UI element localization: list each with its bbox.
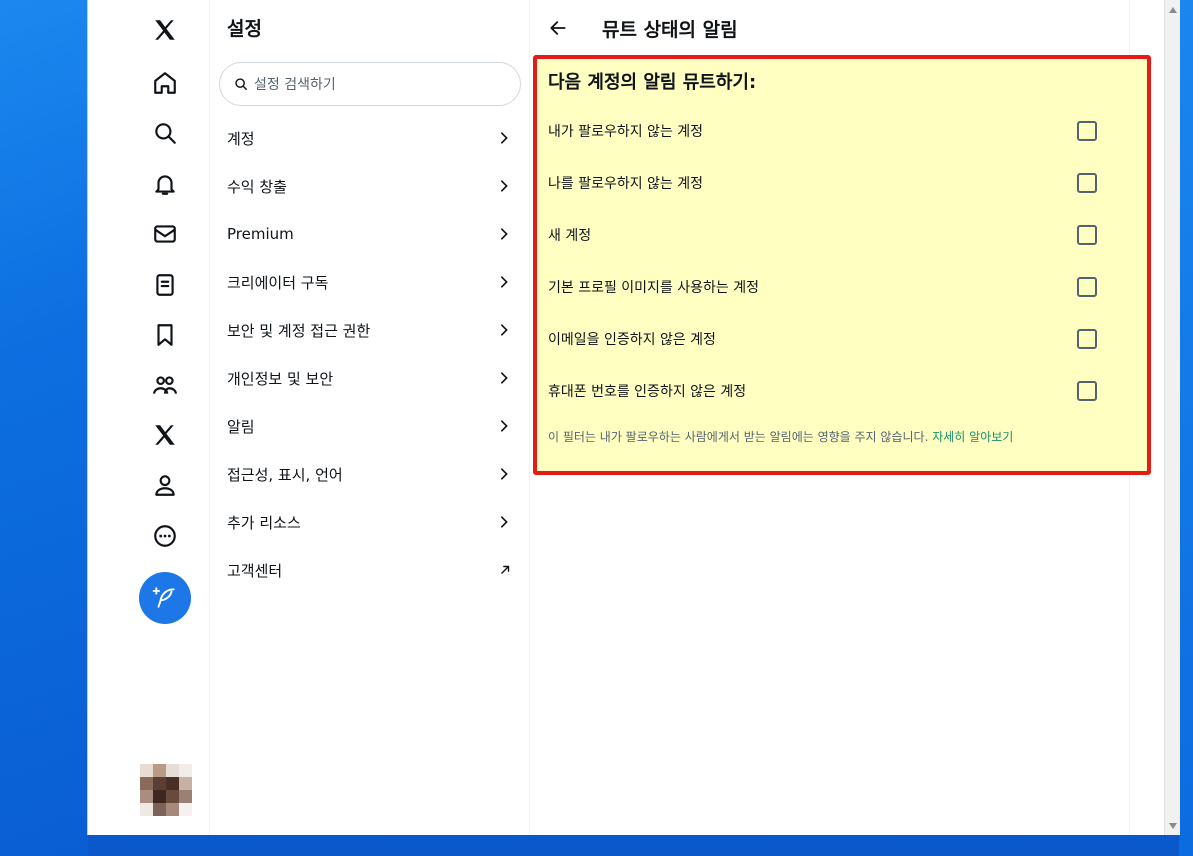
arrow-left-icon — [550, 21, 566, 35]
chevron-right-icon — [500, 324, 508, 336]
learn-more-link[interactable]: 자세히 알아보기 — [932, 430, 1013, 444]
vertical-scrollbar[interactable] — [1164, 0, 1180, 835]
checkbox[interactable] — [1077, 381, 1097, 401]
chevron-right-icon — [500, 420, 508, 432]
option-not-following[interactable]: 내가 팔로우하지 않는 계정 — [537, 105, 1097, 157]
muted-notifications-section: 다음 계정의 알림 뮤트하기: 내가 팔로우하지 않는 계정 나를 팔로우하지 … — [533, 55, 1151, 475]
settings-item-label: 수익 창출 — [227, 177, 287, 196]
chevron-right-icon — [500, 468, 508, 480]
profile-icon[interactable] — [140, 463, 190, 507]
option-not-followers[interactable]: 나를 팔로우하지 않는 계정 — [537, 157, 1097, 209]
settings-title: 설정 — [227, 18, 262, 40]
checkbox[interactable] — [1077, 329, 1097, 349]
external-arrow-icon — [501, 565, 510, 574]
mail-icon[interactable] — [140, 212, 190, 256]
settings-item-label: 크리에이터 구독 — [227, 273, 329, 292]
x-premium-icon[interactable] — [140, 413, 190, 457]
settings-item-label: 고객센터 — [227, 561, 283, 580]
settings-item-label: Premium — [227, 225, 294, 243]
chevron-right-icon — [500, 276, 508, 288]
settings-item-notifications[interactable]: 알림 — [210, 402, 530, 450]
communities-icon[interactable] — [140, 363, 190, 407]
settings-item-privacy[interactable]: 개인정보 및 보안 — [210, 354, 530, 402]
search-icon — [235, 78, 247, 90]
settings-item-resources[interactable]: 추가 리소스 — [210, 498, 530, 546]
checkbox[interactable] — [1077, 225, 1097, 245]
option-label: 나를 팔로우하지 않는 계정 — [548, 176, 704, 192]
chevron-right-icon — [500, 516, 508, 528]
settings-item-account[interactable]: 계정 — [210, 114, 530, 162]
main-panel: 뮤트 상태의 알림 다음 계정의 알림 뮤트하기: 내가 팔로우하지 않는 계정… — [530, 0, 1151, 835]
desktop-background-right — [1179, 0, 1193, 856]
option-label: 내가 팔로우하지 않는 계정 — [548, 124, 704, 140]
settings-item-label: 보안 및 계정 접근 권한 — [227, 321, 371, 340]
scroll-down-arrow-icon[interactable] — [1169, 823, 1177, 829]
avatar[interactable] — [140, 764, 192, 816]
primary-nav — [88, 0, 210, 835]
option-unverified-phone[interactable]: 휴대폰 번호를 인증하지 않은 계정 — [537, 365, 1097, 417]
chevron-right-icon — [500, 372, 508, 384]
chevron-right-icon — [500, 132, 508, 144]
compose-feather-icon — [152, 587, 175, 608]
option-default-profile-image[interactable]: 기본 프로필 이미지를 사용하는 계정 — [537, 261, 1097, 313]
section-title: 다음 계정의 알림 뮤트하기: — [548, 72, 757, 93]
settings-item-label: 알림 — [227, 417, 255, 436]
browser-window: 설정 설정 검색하기 계정 수익 창출 Premium 크리에이터 구독 보안 … — [87, 0, 1180, 835]
page-header: 뮤트 상태의 알림 — [530, 0, 1130, 56]
x-logo-icon[interactable] — [140, 8, 190, 52]
checkbox[interactable] — [1077, 121, 1097, 141]
search-input[interactable]: 설정 검색하기 — [219, 62, 521, 106]
settings-panel: 설정 설정 검색하기 계정 수익 창출 Premium 크리에이터 구독 보안 … — [210, 0, 530, 835]
back-button[interactable] — [544, 14, 572, 42]
filter-note-text: 이 필터는 내가 팔로우하는 사람에게서 받는 알림에는 영향을 주지 않습니다… — [548, 430, 929, 444]
settings-item-security[interactable]: 보안 및 계정 접근 권한 — [210, 306, 530, 354]
scroll-up-arrow-icon[interactable] — [1169, 7, 1177, 13]
settings-item-creator-subscriptions[interactable]: 크리에이터 구독 — [210, 258, 530, 306]
filter-note: 이 필터는 내가 팔로우하는 사람에게서 받는 알림에는 영향을 주지 않습니다… — [548, 428, 1013, 445]
bell-icon[interactable] — [140, 162, 190, 206]
search-icon[interactable] — [140, 111, 190, 155]
settings-item-accessibility[interactable]: 접근성, 표시, 언어 — [210, 450, 530, 498]
option-unverified-email[interactable]: 이메일을 인증하지 않은 계정 — [537, 313, 1097, 365]
home-icon[interactable] — [140, 61, 190, 105]
settings-item-help-center[interactable]: 고객센터 — [210, 546, 530, 594]
desktop-background-left — [0, 0, 88, 856]
list-icon[interactable] — [140, 263, 190, 307]
option-label: 새 계정 — [548, 228, 592, 244]
settings-item-label: 추가 리소스 — [227, 513, 301, 532]
settings-item-label: 접근성, 표시, 언어 — [227, 465, 343, 484]
compose-button[interactable] — [139, 572, 191, 624]
option-label: 휴대폰 번호를 인증하지 않은 계정 — [548, 384, 747, 400]
option-label: 이메일을 인증하지 않은 계정 — [548, 332, 716, 348]
settings-item-label: 개인정보 및 보안 — [227, 369, 334, 388]
bookmark-icon[interactable] — [140, 313, 190, 357]
search-placeholder: 설정 검색하기 — [254, 77, 336, 93]
checkbox[interactable] — [1077, 173, 1097, 193]
chevron-right-icon — [500, 228, 508, 240]
page-title: 뮤트 상태의 알림 — [602, 19, 738, 41]
settings-item-label: 계정 — [227, 129, 255, 148]
settings-item-premium[interactable]: Premium — [210, 210, 530, 258]
option-new-accounts[interactable]: 새 계정 — [537, 209, 1097, 261]
settings-item-monetization[interactable]: 수익 창출 — [210, 162, 530, 210]
checkbox[interactable] — [1077, 277, 1097, 297]
more-icon[interactable] — [140, 514, 190, 558]
chevron-right-icon — [500, 180, 508, 192]
option-label: 기본 프로필 이미지를 사용하는 계정 — [548, 280, 759, 296]
